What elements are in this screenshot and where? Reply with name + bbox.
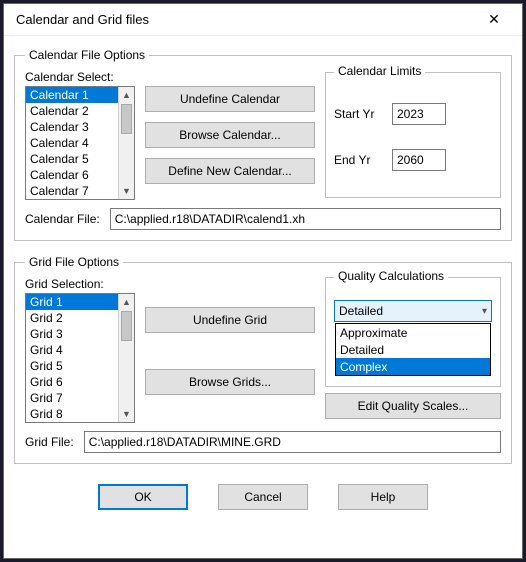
window-title: Calendar and Grid files (16, 12, 474, 27)
quality-option[interactable]: Detailed (336, 341, 490, 358)
calendar-select-label: Calendar Select: (25, 70, 135, 84)
grid-select-col: Grid Selection: Grid 1 Grid 2 Grid 3 Gri… (25, 277, 135, 423)
scroll-thumb[interactable] (121, 104, 132, 134)
end-year-row: End Yr (334, 149, 492, 171)
grid-legend: Grid File Options (25, 255, 123, 269)
quality-dropdown[interactable]: Detailed ▾ Approximate Detailed Complex (334, 300, 492, 322)
list-item[interactable]: Calendar 5 (26, 151, 118, 167)
list-item[interactable]: Calendar 2 (26, 103, 118, 119)
grid-buttons: Undefine Grid Browse Grids... (145, 277, 315, 423)
quality-calculations-group: Quality Calculations Detailed ▾ Approxim… (325, 277, 501, 423)
start-year-input[interactable] (392, 103, 446, 125)
grid-file-label: Grid File: (25, 435, 74, 449)
titlebar: Calendar and Grid files ✕ (4, 4, 522, 36)
browse-calendar-button[interactable]: Browse Calendar... (145, 122, 315, 148)
list-item[interactable]: Grid 8 (26, 406, 118, 422)
calendar-legend: Calendar File Options (25, 48, 149, 62)
calendar-select-col: Calendar Select: Calendar 1 Calendar 2 C… (25, 70, 135, 200)
list-item[interactable]: Calendar 3 (26, 119, 118, 135)
list-item[interactable]: Calendar 7 (26, 183, 118, 199)
calendar-row: Calendar Select: Calendar 1 Calendar 2 C… (25, 70, 501, 200)
list-item[interactable]: Calendar 6 (26, 167, 118, 183)
scrollbar[interactable]: ▲ ▼ (118, 294, 134, 422)
end-year-input[interactable] (392, 149, 446, 171)
calendar-file-label: Calendar File: (25, 212, 100, 226)
grid-file-input[interactable] (84, 431, 501, 453)
start-year-label: Start Yr (334, 107, 384, 121)
calendar-listbox[interactable]: Calendar 1 Calendar 2 Calendar 3 Calenda… (25, 86, 135, 200)
end-year-label: End Yr (334, 153, 384, 167)
cancel-button[interactable]: Cancel (218, 484, 308, 510)
browse-grids-button[interactable]: Browse Grids... (145, 369, 315, 395)
close-button[interactable]: ✕ (474, 6, 514, 34)
help-button[interactable]: Help (338, 484, 428, 510)
quality-option[interactable]: Complex (336, 358, 490, 375)
grid-list-items: Grid 1 Grid 2 Grid 3 Grid 4 Grid 5 Grid … (26, 294, 118, 422)
dialog-footer: OK Cancel Help (14, 472, 512, 514)
undefine-grid-button[interactable]: Undefine Grid (145, 307, 315, 333)
list-item[interactable]: Grid 1 (26, 294, 118, 310)
scroll-up-icon[interactable]: ▲ (119, 294, 134, 310)
chevron-down-icon: ▾ (482, 306, 487, 317)
quality-selected: Detailed (339, 304, 383, 318)
dialog-window: Calendar and Grid files ✕ Calendar File … (3, 3, 523, 559)
list-item[interactable]: Grid 2 (26, 310, 118, 326)
list-item[interactable]: Calendar 1 (26, 87, 118, 103)
ok-button[interactable]: OK (98, 484, 188, 510)
calendar-file-options: Calendar File Options Calendar Select: C… (14, 48, 512, 241)
scrollbar[interactable]: ▲ ▼ (118, 87, 134, 199)
quality-option[interactable]: Approximate (336, 324, 490, 341)
list-item[interactable]: Grid 4 (26, 342, 118, 358)
list-item[interactable]: Calendar 4 (26, 135, 118, 151)
scroll-up-icon[interactable]: ▲ (119, 87, 134, 103)
calendar-buttons: Undefine Calendar Browse Calendar... Def… (145, 70, 315, 200)
list-item[interactable]: Grid 5 (26, 358, 118, 374)
scroll-down-icon[interactable]: ▼ (119, 406, 134, 422)
calendar-file-row: Calendar File: (25, 208, 501, 230)
content: Calendar File Options Calendar Select: C… (4, 36, 522, 558)
quality-inner: Quality Calculations Detailed ▾ Approxim… (325, 277, 501, 387)
list-item[interactable]: Grid 6 (26, 374, 118, 390)
grid-listbox[interactable]: Grid 1 Grid 2 Grid 3 Grid 4 Grid 5 Grid … (25, 293, 135, 423)
undefine-calendar-button[interactable]: Undefine Calendar (145, 86, 315, 112)
list-item[interactable]: Grid 3 (26, 326, 118, 342)
grid-select-label: Grid Selection: (25, 277, 135, 291)
scroll-down-icon[interactable]: ▼ (119, 183, 134, 199)
calendar-list-items: Calendar 1 Calendar 2 Calendar 3 Calenda… (26, 87, 118, 199)
edit-quality-scales-button[interactable]: Edit Quality Scales... (325, 393, 501, 419)
start-year-row: Start Yr (334, 103, 492, 125)
define-new-calendar-button[interactable]: Define New Calendar... (145, 158, 315, 184)
calendar-limits-group: Calendar Limits Start Yr End Yr (325, 72, 501, 198)
close-icon: ✕ (488, 11, 500, 28)
calendar-limits-legend: Calendar Limits (334, 64, 425, 78)
grid-file-row: Grid File: (25, 431, 501, 453)
scroll-thumb[interactable] (121, 311, 132, 341)
list-item[interactable]: Grid 7 (26, 390, 118, 406)
calendar-file-input[interactable] (110, 208, 501, 230)
quality-dropdown-list: Approximate Detailed Complex (335, 323, 491, 376)
grid-file-options: Grid File Options Grid Selection: Grid 1… (14, 255, 512, 464)
grid-row: Grid Selection: Grid 1 Grid 2 Grid 3 Gri… (25, 277, 501, 423)
quality-legend: Quality Calculations (334, 269, 448, 283)
